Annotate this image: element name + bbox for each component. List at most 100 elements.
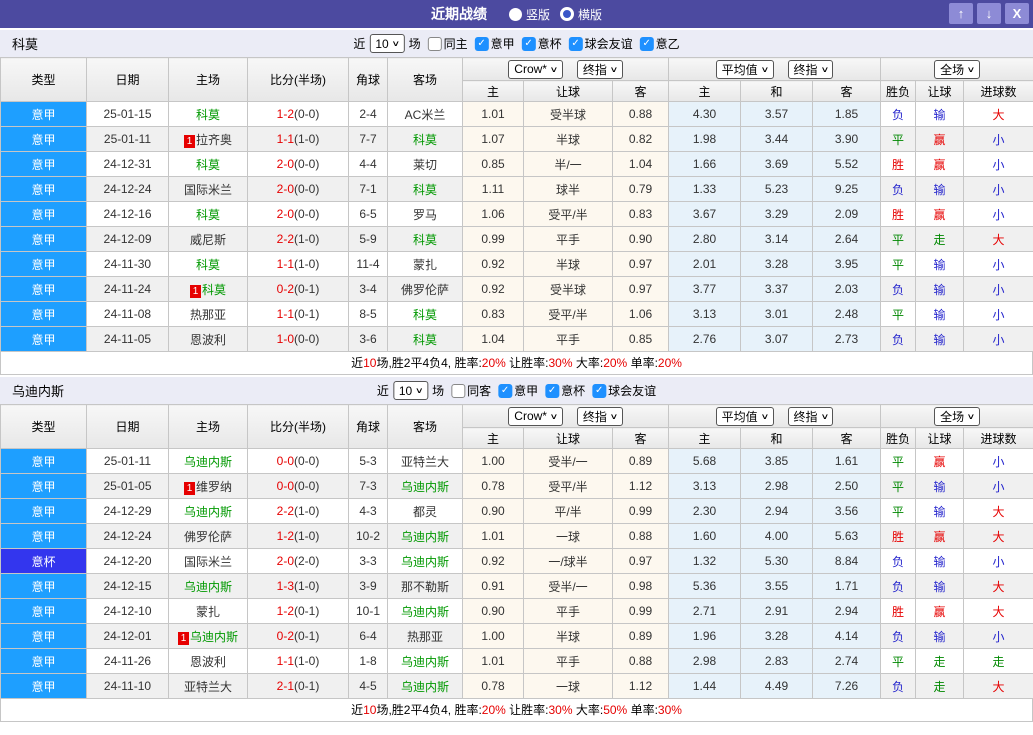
result-wdl-cell: 负 [880,101,917,127]
radio-unselected-icon [560,7,574,21]
bookmaker-select[interactable]: Crow* ∨ [508,59,563,79]
corner-cell: 10-1 [348,598,388,624]
result-group-header: 全场 ∨ [880,404,1033,428]
chevron-down-icon: ∨ [760,411,769,421]
type-cell: 意甲 [0,523,87,549]
away-team-cell: 科莫 [387,176,463,202]
full-time-score: 0-0 [276,479,294,493]
match-count-select[interactable]: 10 ∨ [369,34,405,53]
up-arrow-button[interactable]: ↑ [949,3,973,24]
odds-home-cell: 0.99 [462,226,524,252]
corner-cell: 5-9 [348,226,388,252]
result-goals-cell: 大 [963,673,1033,699]
type-cell: 意甲 [0,673,87,699]
games-label: 场 [408,37,421,51]
layout-radio-horizontal[interactable]: 横版 [560,6,602,23]
odds-away-cell: 1.12 [612,673,669,699]
home-team-cell: 热那亚 [168,301,248,327]
avg-home-cell: 2.98 [668,648,741,674]
bookmaker-final-select[interactable]: 终指 ∨ [576,406,623,426]
scope-select[interactable]: 全场 ∨ [934,59,980,79]
full-time-score: 1-2 [276,529,294,543]
match-row: 意甲 24-12-09 威尼斯 2-2(1-0) 5-9 科莫 0.99 平手 0.90 2.80… [0,226,1033,252]
date-cell: 25-01-11 [86,126,169,152]
average-final-select[interactable]: 终指 ∨ [787,59,834,79]
score-cell: 1-1(1-0) [247,251,349,277]
score-cell: 2-0(0-0) [247,176,349,202]
average-select[interactable]: 平均值 ∨ [715,59,774,79]
handicap-cell: 受半球 [523,101,613,127]
col-header-result-wdl: 胜负 [880,80,917,102]
type-cell: 意甲 [0,498,87,524]
filter-row: 科莫 近 10 ∨ 场同主 ✓ 意甲 ✓ 意杯 ✓ 球会友谊 ✓ 意乙 [0,30,1033,57]
date-cell: 25-01-15 [86,101,169,127]
team-name: 乌迪内斯 [12,384,65,399]
half-time-score: (0-1) [294,604,320,618]
full-time-score: 1-1 [276,654,294,668]
home-team-name: 乌迪内斯 [183,454,232,469]
league-checkbox-2[interactable]: ✓ [568,36,583,51]
avg-home-cell: 2.80 [668,226,741,252]
average-select-value: 平均值 [721,409,758,424]
handicap-cell: 半球 [523,251,613,277]
bookmaker-select[interactable]: Crow* ∨ [508,406,563,426]
average-select[interactable]: 平均值 ∨ [715,406,774,426]
near-label: 近 [376,384,389,398]
home-team-cell: 1 维罗纳 [168,473,248,499]
odds-home-cell: 0.92 [462,251,524,277]
date-cell: 24-12-31 [86,151,169,177]
away-team-cell: AC米兰 [387,101,463,127]
col-header-odds-away: 客 [612,427,669,449]
odds-away-cell: 0.88 [612,101,669,127]
summary-row: 近10场,胜2平4负4, 胜率:20% 让胜率:30% 大率:50% 单率:30… [0,699,1033,722]
down-arrow-button[interactable]: ↓ [977,3,1001,24]
chevron-down-icon: ∨ [609,411,619,421]
result-handicap-cell: 赢 [915,598,965,624]
avg-away-cell: 2.50 [811,473,882,499]
match-row: 意甲 24-11-24 1 科莫 0-2(0-1) 3-4 佛罗伦萨 0.92 受半球 0.97 3… [0,276,1033,302]
score-cell: 1-1(1-0) [247,648,349,674]
corner-cell: 6-5 [348,201,388,227]
away-team-cell: 蒙扎 [387,251,463,277]
avg-away-cell: 7.26 [811,673,882,699]
league-checkbox-3[interactable]: ✓ [639,36,654,51]
col-header-avg-home: 主 [668,80,741,102]
match-row: 意甲 24-12-31 科莫 2-0(0-0) 4-4 莱切 0.85 半/一 1.04 1.66… [0,151,1033,177]
away-team-cell: 罗马 [387,201,463,227]
layout-radio-vertical[interactable]: 竖版 [508,6,550,23]
league-checkbox-1[interactable]: ✓ [545,383,560,398]
away-team-cell: 乌迪内斯 [387,598,463,624]
home-team-name: 热那亚 [189,307,226,322]
score-cell: 2-1(0-1) [247,673,349,699]
scope-select[interactable]: 全场 ∨ [934,406,980,426]
home-team-cell: 恩波利 [168,326,248,352]
league-checkbox-2[interactable]: ✓ [592,383,607,398]
same-venue-checkbox[interactable] [427,36,442,51]
league-checkbox-0[interactable]: ✓ [498,383,513,398]
score-cell: 1-0(0-0) [247,326,349,352]
type-cell: 意甲 [0,276,87,302]
date-cell: 24-12-01 [86,623,169,649]
avg-draw-cell: 4.49 [740,673,813,699]
odds-away-cell: 0.89 [612,448,669,474]
odds-away-cell: 0.89 [612,623,669,649]
same-venue-checkbox[interactable] [451,383,466,398]
close-button[interactable]: X [1005,3,1029,24]
bookmaker-final-select[interactable]: 终指 ∨ [576,59,623,79]
type-cell: 意甲 [0,226,87,252]
league-checkbox-1[interactable]: ✓ [521,36,536,51]
date-cell: 24-12-20 [86,548,169,574]
col-header-avg-away: 客 [811,80,882,102]
type-cell: 意甲 [0,201,87,227]
league-checkbox-0[interactable]: ✓ [474,36,489,51]
result-goals-cell: 大 [963,101,1033,127]
average-final-select[interactable]: 终指 ∨ [787,406,834,426]
type-cell: 意甲 [0,176,87,202]
away-team-cell: 科莫 [387,126,463,152]
home-team-name: 拉齐奥 [195,132,232,147]
away-team-name: 乌迪内斯 [400,654,449,669]
match-count-select[interactable]: 10 ∨ [392,381,429,400]
date-cell: 24-12-16 [86,201,169,227]
date-cell: 24-12-09 [86,226,169,252]
away-team-name: 乌迪内斯 [400,604,449,619]
